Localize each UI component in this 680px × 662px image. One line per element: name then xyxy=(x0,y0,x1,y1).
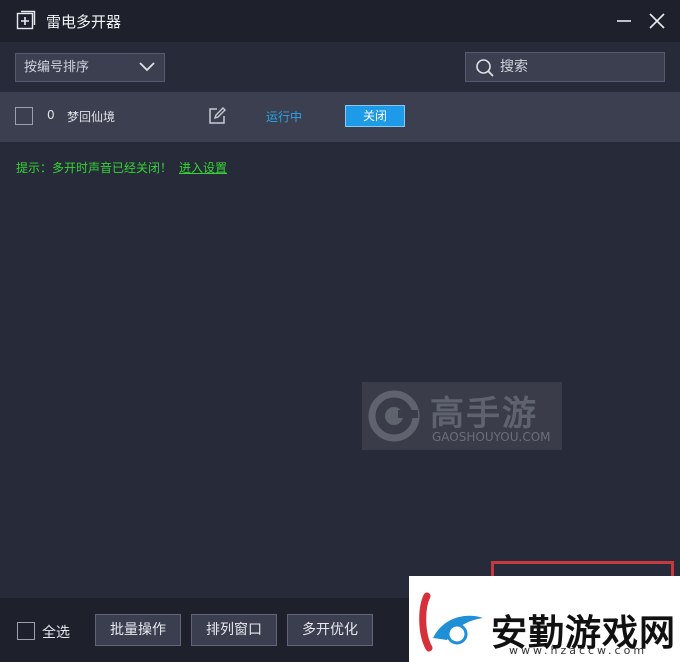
brand-logo xyxy=(419,592,483,652)
edit-icon[interactable] xyxy=(207,106,227,126)
brand-watermark: 安勤游戏网 www.hzaccw.com xyxy=(409,576,680,662)
instance-checkbox[interactable] xyxy=(15,107,33,125)
instance-status: 运行中 xyxy=(266,110,303,124)
sort-dropdown[interactable]: 按编号排序 xyxy=(15,53,165,82)
search-input[interactable] xyxy=(500,57,660,77)
close-instance-button[interactable]: 关闭 xyxy=(345,105,405,127)
window-title: 雷电多开器 xyxy=(46,13,122,31)
sound-hint: 提示：多开时声音已经关闭！ xyxy=(16,161,173,175)
select-all-label: 全选 xyxy=(42,625,70,641)
minimize-icon[interactable] xyxy=(614,11,634,31)
arrange-windows-button[interactable]: 排列窗口 xyxy=(191,614,277,646)
watermark-logo xyxy=(368,390,420,442)
toolbar: 按编号排序 xyxy=(0,42,680,92)
batch-operation-button[interactable]: 批量操作 xyxy=(95,614,181,646)
instance-index: 0 xyxy=(47,108,55,122)
brand-url: www.hzaccw.com xyxy=(509,644,648,657)
watermark: 高手游 GAOSHOUYOU.COM xyxy=(362,382,562,450)
select-all-checkbox[interactable] xyxy=(17,622,35,640)
add-window-icon xyxy=(16,10,36,30)
settings-link[interactable]: 进入设置 xyxy=(179,159,227,176)
search-box[interactable] xyxy=(465,52,665,82)
title-bar: 雷电多开器 xyxy=(0,0,680,42)
multi-optimize-button[interactable]: 多开优化 xyxy=(287,614,373,646)
instance-name: 梦回仙境 xyxy=(67,110,116,124)
watermark-subtitle: GAOSHOUYOU.COM xyxy=(432,430,551,444)
search-icon xyxy=(476,59,494,77)
watermark-title: 高手游 xyxy=(430,394,538,434)
sort-dropdown-value: 按编号排序 xyxy=(24,60,90,75)
close-icon[interactable] xyxy=(647,11,667,31)
chevron-down-icon xyxy=(139,62,155,72)
